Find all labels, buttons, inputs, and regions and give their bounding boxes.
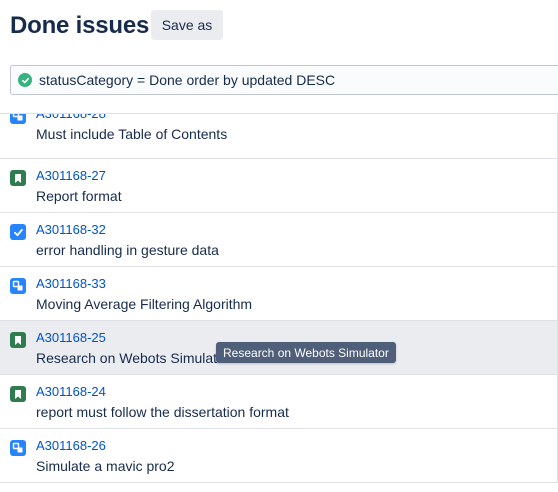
issue-row[interactable]: A301168-27 Report format [0,159,558,213]
subtask-icon [10,278,26,294]
issue-summary: Report format [36,188,122,204]
story-icon [10,386,26,402]
subtask-icon [10,440,26,456]
issue-key-link[interactable]: A301168-32 [36,222,106,237]
check-circle-icon [18,73,32,87]
story-icon [10,332,26,348]
issue-key-link[interactable]: A301168-24 [36,384,106,399]
issue-key-link[interactable]: A301168-33 [36,276,106,291]
issue-row[interactable]: A301168-24 report must follow the disser… [0,375,558,429]
issue-key-link[interactable]: A301168-28 [36,114,106,121]
issue-summary: Must include Table of Contents [36,126,228,142]
issue-key-link[interactable]: A301168-25 [36,330,106,345]
jql-search-input[interactable]: statusCategory = Done order by updated D… [10,65,558,95]
issue-row[interactable]: A301168-33 Moving Average Filtering Algo… [0,267,558,321]
page-title: Done issues [10,12,150,39]
issue-key-link[interactable]: A301168-27 [36,168,106,183]
summary-tooltip: Research on Webots Simulator [216,342,396,363]
issue-row[interactable]: A301168-32 error handling in gesture dat… [0,213,558,267]
issue-summary: Research on Webots Simulator [36,350,230,366]
issue-summary: Moving Average Filtering Algorithm [36,296,253,312]
jql-query-text: statusCategory = Done order by updated D… [39,72,336,88]
story-icon [10,170,26,186]
issue-summary: error handling in gesture data [36,242,219,258]
issue-summary: Simulate a mavic pro2 [36,458,175,474]
issue-row[interactable]: A301168-28 Must include Table of Content… [0,114,558,159]
issue-row[interactable]: A301168-26 Simulate a mavic pro2 [0,429,558,483]
issue-key-link[interactable]: A301168-26 [36,438,106,453]
subtask-icon [10,114,26,124]
issue-list: A301168-28 Must include Table of Content… [0,113,558,492]
issue-summary: report must follow the dissertation form… [36,404,289,420]
page-header: Done issues Save as [0,0,558,58]
save-as-button[interactable]: Save as [151,10,223,40]
task-check-icon [10,224,26,240]
